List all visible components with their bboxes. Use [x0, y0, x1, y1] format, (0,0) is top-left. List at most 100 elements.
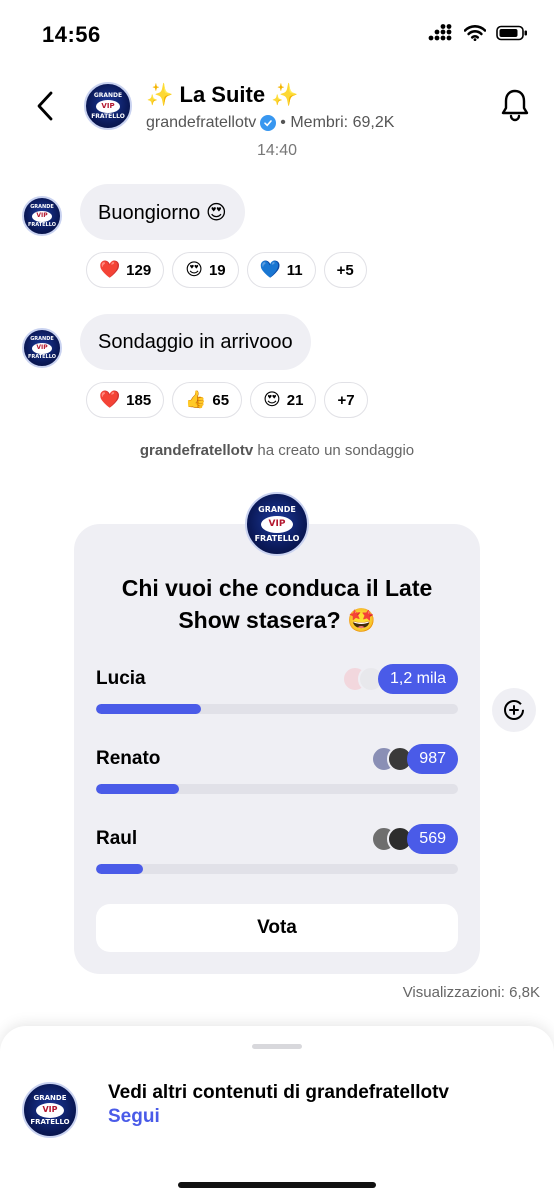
channel-avatar[interactable]: GRANDE VIP FRATELLO: [84, 82, 132, 130]
logo-text-middle: VIP: [42, 1105, 58, 1114]
time-separator: 14:40: [256, 142, 298, 159]
poll-option-votes: 1,2 mila: [341, 664, 458, 694]
add-reaction-icon: [504, 700, 524, 720]
battery-icon: [496, 25, 527, 41]
reaction-chip[interactable]: 👍 65: [172, 382, 243, 418]
notifications-button[interactable]: [500, 88, 530, 127]
system-message: grandefratellotv ha creato un sondaggio: [0, 442, 554, 459]
poll-progress-fill: [96, 704, 201, 714]
poll-progress-track: [96, 784, 458, 794]
poll-option-votes: 569: [371, 824, 458, 854]
poll-progress-fill: [96, 784, 180, 794]
reaction-bar: ❤️ 185 👍 65 😍 21 +7: [86, 382, 368, 418]
vote-count-badge: 569: [407, 824, 458, 854]
channel-header: GRANDE VIP FRATELLO ✨ La Suite ✨ grandef…: [0, 72, 554, 148]
bell-icon: [501, 89, 529, 122]
back-button[interactable]: [28, 86, 62, 126]
logo-eye: VIP: [36, 1102, 64, 1118]
sheet-title: Vedi altri contenuti di grandefratellotv: [108, 1082, 449, 1103]
poll-option[interactable]: Raul 569: [96, 824, 458, 884]
poll-progress-track: [96, 704, 458, 714]
logo-eye: VIP: [261, 515, 293, 533]
logo-text-middle: VIP: [268, 518, 286, 529]
status-icons: [428, 24, 528, 42]
logo-text-bottom: FRATELLO: [30, 1117, 70, 1126]
reaction-chip[interactable]: 😍 21: [250, 382, 317, 418]
status-bar: 14:56: [0, 0, 554, 70]
channel-subtitle: grandefratellotv • Membri: 69,2K: [146, 114, 394, 132]
logo-eye: VIP: [32, 210, 52, 222]
poll-progress-fill: [96, 864, 144, 874]
vote-button[interactable]: Vota: [96, 904, 458, 952]
reaction-chip[interactable]: 💙 11: [246, 252, 316, 288]
reaction-more-chip[interactable]: +7: [324, 382, 368, 418]
logo-text-bottom: FRATELLO: [91, 112, 125, 120]
reaction-count: +5: [336, 261, 354, 279]
reaction-chip[interactable]: ❤️ 185: [86, 382, 165, 418]
system-message-user: grandefratellotv: [139, 442, 254, 459]
message-row: GRANDE VIP FRATELLO: [22, 328, 62, 368]
logo-text-bottom: FRATELLO: [27, 353, 57, 360]
logo-text-bottom: FRATELLO: [254, 533, 300, 543]
message-avatar[interactable]: GRANDE VIP FRATELLO: [22, 196, 62, 236]
follow-sheet: GRANDE VIP FRATELLO Vedi altri contenuti…: [0, 1026, 554, 1200]
reaction-bar: ❤️ 129 😍 19 💙 11 +5: [86, 252, 367, 288]
message-bubble[interactable]: Sondaggio in arrivooo: [80, 314, 311, 370]
logo-text-top: GRANDE: [258, 504, 296, 514]
reaction-count: 65: [212, 391, 230, 409]
poll-option[interactable]: Renato 987: [96, 744, 458, 804]
reaction-chip[interactable]: ❤️ 129: [86, 252, 165, 288]
follow-link[interactable]: Segui: [108, 1106, 160, 1128]
poll-option[interactable]: Lucia 1,2 mila: [96, 664, 458, 724]
reaction-emoji: ❤️: [99, 390, 121, 409]
reaction-count: 129: [126, 261, 152, 279]
logo-text-top: GRANDE: [93, 91, 123, 99]
reaction-emoji: 😍: [185, 260, 203, 279]
poll-avatar: GRANDE VIP FRATELLO: [245, 492, 309, 556]
view-count: Visualizzazioni: 6,8K: [402, 984, 540, 1001]
member-count: • Membri: 69,2K: [280, 114, 395, 131]
reaction-count: 21: [286, 391, 304, 409]
wifi-icon: [464, 25, 486, 41]
logo-text-middle: VIP: [101, 101, 115, 110]
logo-eye: VIP: [32, 342, 52, 354]
sheet-avatar[interactable]: GRANDE VIP FRATELLO: [22, 1082, 78, 1138]
reaction-count: 185: [126, 391, 152, 409]
channel-title[interactable]: ✨ La Suite ✨: [146, 82, 299, 108]
reaction-count: +7: [337, 391, 355, 409]
channel-username: grandefratellotv: [146, 114, 257, 131]
poll-question: Chi vuoi che conduca il Late Show staser…: [121, 575, 433, 633]
message-bubble[interactable]: Buongiorno 😍: [80, 184, 245, 240]
logo-text-middle: VIP: [36, 344, 48, 351]
logo-text-bottom: FRATELLO: [27, 221, 57, 228]
poll-option-label: Raul: [96, 828, 138, 849]
poll-option-label: Lucia: [96, 668, 146, 689]
reaction-count: 11: [286, 261, 303, 279]
reaction-more-chip[interactable]: +5: [323, 252, 367, 288]
reaction-chip[interactable]: 😍 19: [172, 252, 239, 288]
vote-count-badge: 1,2 mila: [377, 664, 458, 694]
reaction-emoji: 💙: [259, 260, 281, 279]
reaction-count: 19: [208, 261, 226, 279]
logo-eye: VIP: [96, 99, 120, 113]
logo-text-middle: VIP: [36, 212, 48, 219]
vote-count-badge: 987: [407, 744, 458, 774]
sheet-handle[interactable]: [252, 1044, 302, 1049]
logo-text-top: GRANDE: [30, 335, 54, 342]
message-avatar[interactable]: GRANDE VIP FRATELLO: [22, 328, 62, 368]
message-row: GRANDE VIP FRATELLO: [22, 196, 62, 236]
home-indicator: [178, 1182, 376, 1188]
reaction-emoji: 😍: [263, 390, 281, 409]
verified-badge-icon: [260, 115, 277, 131]
cellular-signal-icon: [428, 24, 452, 41]
poll-card: Chi vuoi che conduca il Late Show staser…: [74, 524, 480, 974]
add-reaction-button[interactable]: [492, 688, 536, 732]
system-message-text: ha creato un sondaggio: [257, 442, 415, 459]
poll-option-label: Renato: [96, 748, 161, 769]
reaction-emoji: ❤️: [99, 260, 121, 279]
poll-option-votes: 987: [371, 744, 458, 774]
chevron-left-icon: [37, 91, 53, 121]
logo-text-top: GRANDE: [30, 203, 54, 210]
status-time: 14:56: [42, 22, 101, 47]
reaction-emoji: 👍: [185, 390, 207, 409]
